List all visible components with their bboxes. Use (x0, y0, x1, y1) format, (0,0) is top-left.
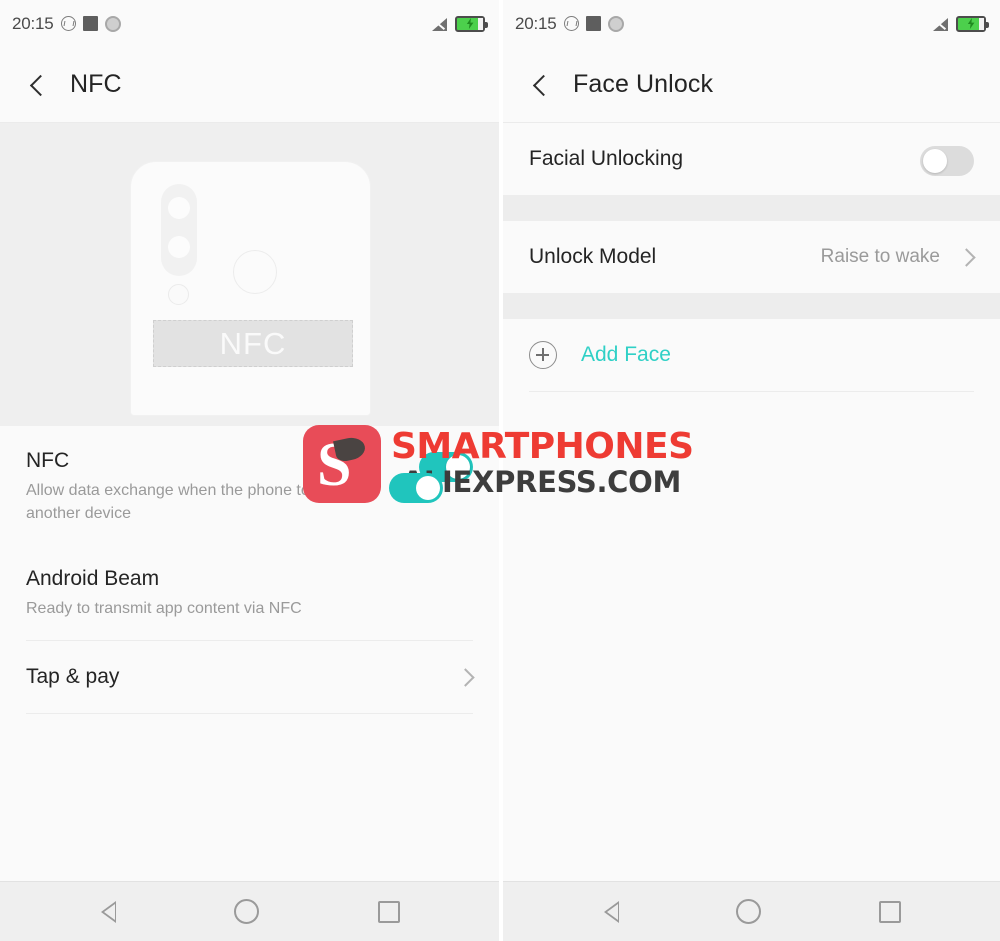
phone-screen-face-unlock: 20:15 Face Unlock Facial Unlocking Unloc… (503, 0, 1000, 941)
battery-charging-icon (956, 15, 989, 32)
battery-empty-cap (478, 17, 483, 30)
charging-bolt-icon (967, 18, 975, 29)
fingerprint-sensor-icon (233, 250, 277, 294)
chevron-right-icon (958, 249, 974, 265)
list-item-title: Facial Unlocking (529, 146, 684, 170)
signal-off-icon (931, 16, 948, 31)
status-bar-left: 20:15 (12, 14, 121, 34)
back-triangle-icon[interactable] (99, 899, 117, 925)
status-bar-right (931, 15, 989, 32)
battery-empty-cap (979, 17, 984, 30)
recents-square-icon[interactable] (377, 900, 400, 923)
home-circle-icon[interactable] (234, 899, 260, 924)
status-bar-right (430, 15, 488, 32)
list-item-nfc-text: NFC Allow data exchange when the phone t… (26, 448, 419, 526)
charging-bolt-icon (466, 18, 474, 29)
list-item-facial-unlocking-text: Facial Unlocking (529, 146, 920, 172)
camera-flash-icon (168, 284, 189, 305)
nfc-antenna-zone: NFC (153, 320, 353, 367)
recents-square-icon[interactable] (879, 900, 902, 923)
list-item-facial-unlocking[interactable]: Facial Unlocking (503, 123, 1000, 195)
facial-unlocking-toggle[interactable] (920, 146, 974, 176)
list-item-add-face[interactable]: Add Face (503, 319, 1000, 391)
back-triangle-icon[interactable] (602, 899, 619, 925)
list-item-unlock-model-text: Unlock Model (529, 244, 821, 270)
dual-camera-module-icon (161, 184, 197, 276)
list-item-android-beam-text: Android Beam Ready to transmit app conte… (26, 566, 473, 620)
android-nav-bar (503, 881, 1000, 941)
android-nav-bar (0, 881, 499, 941)
unlock-model-value: Raise to wake (820, 246, 940, 267)
list-item-nfc[interactable]: NFC Allow data exchange when the phone t… (0, 426, 499, 544)
section-gap (503, 195, 1000, 221)
toggle-knob (923, 149, 947, 173)
list-item-title: Unlock Model (529, 244, 657, 268)
page-title: NFC (70, 70, 122, 98)
appbar-nfc: NFC (0, 47, 499, 123)
signal-off-icon (430, 16, 447, 31)
add-face-label: Add Face (581, 343, 671, 366)
appbar-face-unlock: Face Unlock (503, 47, 1000, 123)
list-item-unlock-model[interactable]: Unlock Model Raise to wake (503, 221, 1000, 293)
list-item-title: NFC (26, 449, 70, 472)
list-item-title: Tap & pay (26, 664, 120, 688)
dnd-circle-icon (60, 16, 76, 31)
face-unlock-settings-list: Facial Unlocking Unlock Model Raise to w… (503, 123, 1000, 881)
square-dark-icon (82, 16, 98, 31)
camera-lens-bottom-icon (168, 236, 190, 258)
nfc-settings-list: NFC Allow data exchange when the phone t… (0, 426, 499, 881)
list-item-subtitle: Ready to transmit app content via NFC (26, 599, 302, 617)
camera-lens-top-icon (168, 197, 190, 219)
status-bar-clock: 20:15 (515, 13, 557, 33)
list-divider (26, 713, 473, 715)
list-item-tap-and-pay[interactable]: Tap & pay (0, 641, 499, 713)
chevron-right-icon (457, 669, 473, 685)
dnd-circle-icon (563, 16, 579, 31)
toggle-knob (446, 455, 470, 479)
list-item-android-beam[interactable]: Android Beam Ready to transmit app conte… (0, 544, 499, 640)
status-bar: 20:15 (0, 0, 499, 47)
battery-charging-icon (455, 15, 488, 32)
plus-circle-icon (529, 341, 557, 369)
list-item-tap-and-pay-text: Tap & pay (26, 664, 457, 690)
status-bar-left: 20:15 (515, 14, 624, 34)
list-item-subtitle: Allow data exchange when the phone touch… (26, 482, 353, 523)
phone-back-graphic: NFC (130, 161, 371, 416)
section-gap (503, 293, 1000, 319)
nfc-zone-label: NFC (219, 325, 287, 361)
status-bar-clock: 20:15 (12, 13, 54, 33)
back-icon[interactable] (529, 74, 551, 96)
list-divider (529, 391, 974, 392)
dual-screenshot-container: 20:15 NFC NFC NFC Allow data exchange wh… (0, 0, 1000, 941)
square-dark-icon (585, 16, 601, 31)
list-item-title: Android Beam (26, 566, 160, 590)
ring-circle-icon (607, 15, 624, 32)
back-icon[interactable] (26, 74, 48, 96)
nfc-illustration: NFC (0, 123, 499, 426)
phone-screen-nfc: 20:15 NFC NFC NFC Allow data exchange wh… (0, 0, 499, 941)
home-circle-icon[interactable] (736, 899, 762, 924)
nfc-toggle[interactable] (419, 452, 473, 482)
page-title: Face Unlock (573, 70, 714, 98)
status-bar: 20:15 (503, 0, 1000, 47)
ring-circle-icon (104, 15, 121, 32)
